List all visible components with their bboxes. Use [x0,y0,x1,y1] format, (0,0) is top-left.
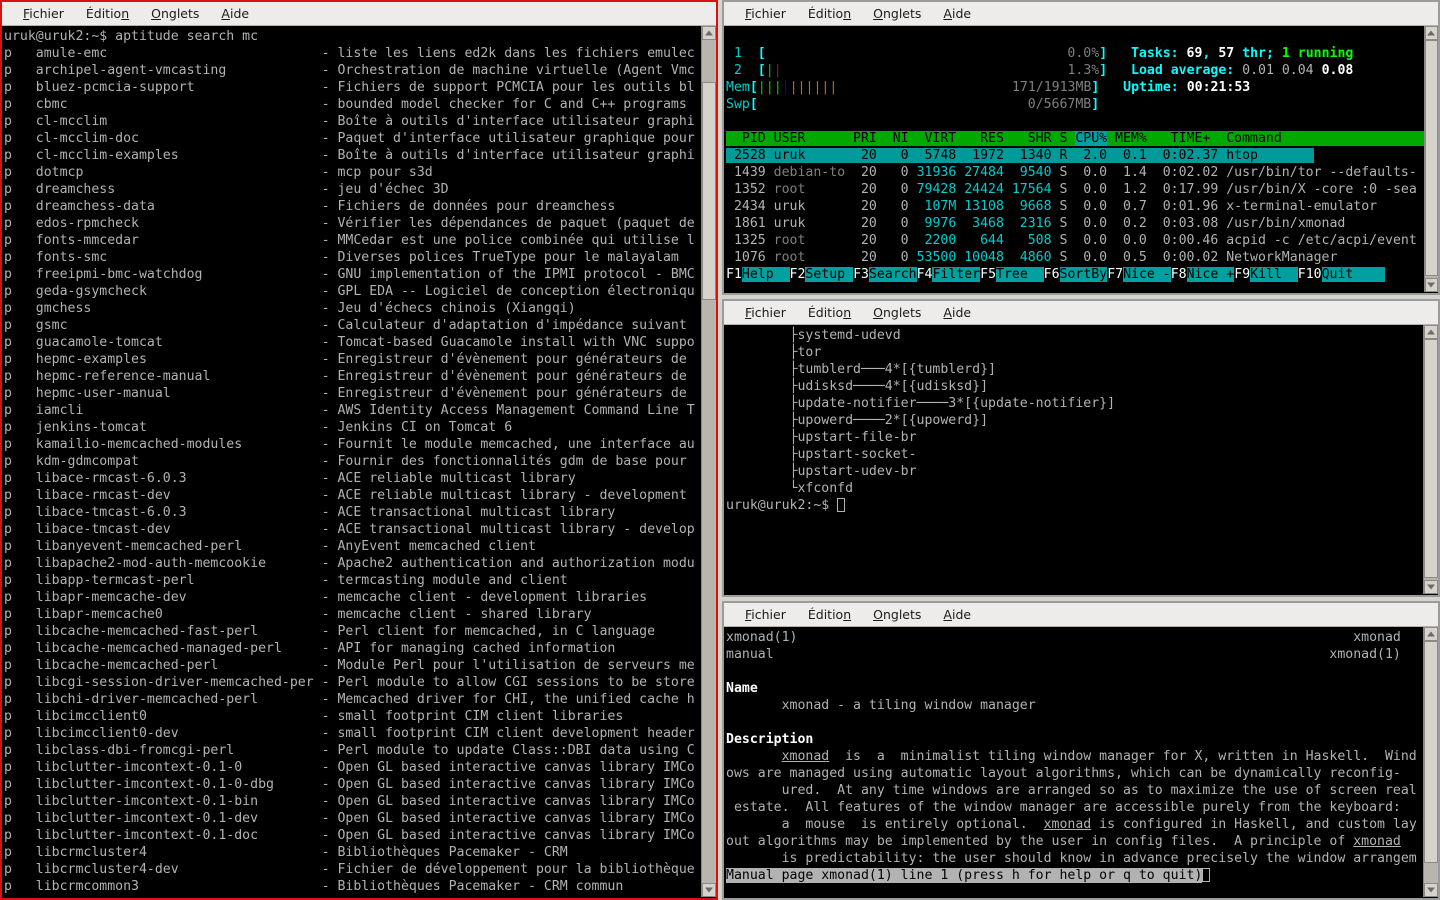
window-aptitude-terminal[interactable]: Fichier Édition Onglets Aide uruk@uruk2:… [0,0,718,900]
scrollbar-down-button[interactable] [1424,580,1438,594]
htop-fkey-number: F10 [1297,267,1322,282]
menu-fichier[interactable]: Fichier [734,4,797,23]
scrollbar-man[interactable] [1423,627,1438,897]
scrollbar-trough[interactable] [1424,339,1438,580]
menu-fichier[interactable]: Fichier [12,4,75,23]
htop-fkey-filter[interactable]: Filter [932,267,981,282]
menubar-htop[interactable]: Fichier Édition Onglets Aide [724,2,1438,26]
scrollbar-thumb[interactable] [702,82,716,300]
htop-fkey-search[interactable]: Search [868,267,917,282]
terminal-cursor [837,498,846,512]
htop-fkey-setup[interactable]: Setup [805,267,854,282]
man-section-name: Name [726,681,758,696]
htop-fkey-number: F5 [980,267,997,282]
htop-row-selected[interactable]: 2528 uruk 20 0 5748 1972 1340 R 2.0 0.1 … [726,148,1314,163]
menubar-aptitude[interactable]: Fichier Édition Onglets Aide [2,2,716,26]
menu-edition[interactable]: Édition [75,4,140,23]
menu-fichier[interactable]: Fichier [734,303,797,322]
htop-fkey-help[interactable]: Help [741,267,790,282]
htop-fkey-number: F2 [789,267,806,282]
scrollbar-up-button[interactable] [702,26,716,40]
menu-aide[interactable]: Aide [932,605,982,624]
htop-fkey-number: F1 [726,267,742,282]
window-man-xmonad[interactable]: Fichier Édition Onglets Aide xmonad(1) x… [722,601,1440,900]
htop-fkey-number: F4 [916,267,933,282]
window-htop[interactable]: Fichier Édition Onglets Aide 1 [ 0.0%] T… [722,0,1440,295]
window-pstree[interactable]: Fichier Édition Onglets Aide ├systemd-ud… [722,299,1440,597]
scrollbar-htop[interactable] [1423,26,1438,292]
htop-fkey-number: F3 [853,267,869,282]
menu-onglets[interactable]: Onglets [862,4,932,23]
menu-aide[interactable]: Aide [932,4,982,23]
terminal-aptitude-output[interactable]: uruk@uruk2:~$ aptitude search mc p amule… [2,26,701,897]
scrollbar-aptitude[interactable] [701,26,716,897]
scrollbar-pstree[interactable] [1423,325,1438,594]
man-status-line: Manual page xmonad(1) line 1 (press h fo… [726,868,1203,883]
terminal-pstree-output[interactable]: ├systemd-udevd ├tor ├tumblerd───4*[{tumb… [724,325,1423,594]
menu-fichier[interactable]: Fichier [734,605,797,624]
scrollbar-up-button[interactable] [1424,627,1438,641]
scrollbar-down-button[interactable] [702,883,716,897]
menu-aide[interactable]: Aide [932,303,982,322]
man-section-description: Description [726,732,814,747]
scrollbar-trough[interactable] [702,40,716,883]
man-xref-xmonad[interactable]: xmonad [1353,834,1401,849]
menu-aide[interactable]: Aide [210,4,260,23]
scrollbar-thumb[interactable] [1424,641,1438,863]
menu-edition[interactable]: Édition [797,4,862,23]
man-xref-xmonad[interactable]: xmonad [782,749,830,764]
htop-fkey-tree[interactable]: Tree [996,267,1044,282]
htop-fkey-nice[interactable]: Nice + [1186,267,1235,282]
menu-onglets[interactable]: Onglets [862,605,932,624]
htop-fkey-number: F6 [1043,267,1060,282]
terminal-cursor [1202,868,1211,882]
scrollbar-down-button[interactable] [1424,278,1438,292]
htop-fkey-quit[interactable]: Quit [1321,267,1354,282]
terminal-htop-output[interactable]: 1 [ 0.0%] Tasks: 69, 57 thr; 1 running 2… [724,26,1424,292]
htop-fkey-number: F9 [1234,267,1251,282]
desktop-root: Fichier Édition Onglets Aide uruk@uruk2:… [0,0,1440,900]
menu-onglets[interactable]: Onglets [862,303,932,322]
htop-fkey-kill[interactable]: Kill [1250,267,1298,282]
scrollbar-trough[interactable] [1424,641,1438,883]
menubar-pstree[interactable]: Fichier Édition Onglets Aide [724,301,1438,325]
htop-table-header: PID USER PRI NI VIRT RES SHR S [726,131,1076,146]
scrollbar-thumb[interactable] [1424,40,1438,276]
man-xref-xmonad[interactable]: xmonad [1044,817,1092,832]
menu-edition[interactable]: Édition [797,303,862,322]
menu-onglets[interactable]: Onglets [140,4,210,23]
menubar-man[interactable]: Fichier Édition Onglets Aide [724,603,1438,627]
htop-sort-column: CPU% [1075,131,1108,146]
scrollbar-trough[interactable] [1424,40,1438,278]
htop-fkey-nice[interactable]: Nice - [1123,267,1171,282]
terminal-man-output[interactable]: xmonad(1) xmonad manual xmonad(1) Name x… [724,627,1423,897]
scrollbar-down-button[interactable] [1424,883,1438,897]
htop-fkey-number: F8 [1170,267,1187,282]
htop-fkey-sortby[interactable]: SortBy [1059,267,1108,282]
scrollbar-up-button[interactable] [1424,26,1438,40]
scrollbar-up-button[interactable] [1424,325,1438,339]
scrollbar-thumb[interactable] [1424,339,1438,578]
menu-edition[interactable]: Édition [797,605,862,624]
htop-fkey-number: F7 [1107,267,1124,282]
